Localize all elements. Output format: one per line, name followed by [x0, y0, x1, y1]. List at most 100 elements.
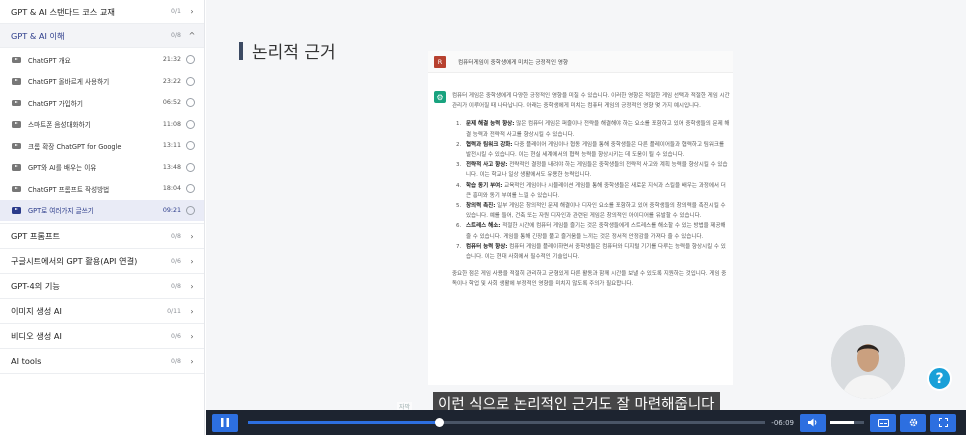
completion-circle-icon: [186, 76, 195, 86]
lesson-item[interactable]: GPT와 AI를 배우는 이유 13:48: [0, 157, 204, 179]
section-gpt4-features[interactable]: GPT-4의 기능 0/8 ›: [0, 274, 204, 299]
progress-bar[interactable]: [248, 418, 766, 427]
section-video-ai[interactable]: 비디오 생성 AI 0/6 ›: [0, 324, 204, 349]
point-number: 5.: [456, 203, 462, 210]
chevron-right-icon: ›: [190, 231, 194, 241]
completion-circle-icon: [186, 119, 195, 129]
point-number: 4.: [456, 182, 462, 189]
answer-point: 3. 전략적 사고 향상: 전략적인 결정을 내려야 하는 게임들은 중학생들의 …: [456, 160, 730, 180]
gpt-answer: ⚙ 컴퓨터 게임은 중학생에게 다양한 긍정적인 영향을 미칠 수 있습니다. …: [434, 91, 730, 298]
completion-circle-icon: [186, 55, 195, 65]
lesson-title: 스마트폰 음성대화하기: [28, 121, 91, 130]
answer-point: 2. 협력과 팀워크 강화: 다중 플레이어 게임이나 협동 게임을 통해 중학생…: [456, 140, 730, 160]
chevron-right-icon: ›: [190, 281, 194, 291]
presenter-avatar: [831, 325, 905, 399]
section-title: GPT 프롬프트: [11, 231, 61, 241]
volume-icon: [808, 418, 817, 427]
answer-body: 컴퓨터 게임은 중학생에게 다양한 긍정적인 영향을 미칠 수 있습니다. 이러…: [452, 91, 730, 290]
section-progress: 0/8: [171, 357, 181, 365]
section-title: AI tools: [11, 356, 42, 366]
lesson-item-current[interactable]: GPT로 여러가지 글쓰기 09:21: [0, 199, 204, 221]
video-icon: [12, 164, 21, 171]
point-text: 일부 게임은 창의적인 문제 해결이나 디자인 요소를 포함하고 있어 중학생들…: [466, 203, 726, 220]
fullscreen-icon: [938, 418, 948, 427]
section-progress: 0/8: [171, 32, 181, 39]
section-progress: 0/6: [171, 257, 181, 265]
section-textbook[interactable]: GPT & AI 스탠다드 코스 교재 0/1 ›: [0, 0, 204, 24]
point-number: 3.: [456, 162, 462, 169]
completion-circle-icon: [186, 184, 195, 194]
lesson-title: ChatGPT 가입하기: [28, 99, 83, 108]
section-ai-tools[interactable]: AI tools 0/8 ›: [0, 349, 204, 374]
chat-screenshot: R 컴퓨터게임이 중학생에게 미치는 긍정적인 영향 ⚙ 컴퓨터 게임은 중학생…: [428, 51, 733, 385]
chevron-up-icon: ^: [188, 31, 196, 40]
section-progress: 0/6: [171, 332, 181, 340]
point-heading: 스트레스 해소:: [466, 223, 501, 230]
lesson-title: 크롬 확장 ChatGPT for Google: [28, 142, 122, 151]
chevron-right-icon: ›: [190, 7, 194, 16]
subtitle-button[interactable]: [870, 413, 896, 432]
lesson-item[interactable]: ChatGPT 개요 21:32: [0, 49, 204, 71]
pause-button[interactable]: [212, 413, 238, 432]
volume-slider[interactable]: [830, 421, 864, 424]
answer-outro: 중요한 점은 게임 사용을 적절히 관리하고 균형있게 다른 활동과 함께 시간…: [452, 271, 727, 288]
video-icon: [12, 207, 21, 214]
volume-button[interactable]: [800, 413, 826, 432]
point-text: 적절한 시간에 컴퓨터 게임을 즐기는 것은 중학생들에게 스트레스를 해소할 …: [466, 223, 726, 240]
section-progress: 0/1: [171, 8, 181, 15]
course-sidebar: GPT & AI 스탠다드 코스 교재 0/1 › GPT & AI 이해 0/…: [0, 0, 205, 435]
section-image-ai[interactable]: 이미지 생성 AI 0/11 ›: [0, 299, 204, 324]
lesson-item[interactable]: ChatGPT 프롬프트 작성방법 18:04: [0, 178, 204, 200]
lesson-item[interactable]: ChatGPT 올바르게 사용하기 23:22: [0, 71, 204, 93]
lesson-duration: 23:22: [162, 77, 181, 85]
user-avatar: R: [434, 55, 446, 68]
volume-fill: [830, 421, 854, 424]
video-icon: [12, 56, 21, 63]
point-number: 6.: [456, 223, 462, 230]
progress-fill: [248, 421, 440, 424]
answer-point: 4. 학습 동기 부여: 교육적인 게임이나 시뮬레이션 게임을 통해 중학생들은…: [456, 181, 730, 201]
section-title: GPT-4의 기능: [11, 281, 60, 291]
gear-icon: [909, 418, 917, 427]
point-heading: 전략적 사고 향상:: [466, 162, 508, 169]
time-remaining: -06:09: [771, 418, 794, 427]
video-icon: [12, 99, 21, 106]
section-progress: 0/11: [167, 307, 181, 315]
section-progress: 0/8: [171, 282, 181, 290]
settings-button[interactable]: [900, 413, 926, 432]
presenter-video: [831, 325, 905, 399]
player-controls: -06:09: [206, 410, 966, 435]
answer-point: 5. 창의력 촉진: 일부 게임은 창의적인 문제 해결이나 디자인 요소를 포함…: [456, 201, 730, 221]
progress-knob[interactable]: [435, 418, 445, 427]
answer-points: 1. 문제 해결 능력 향상: 많은 컴퓨터 게임은 퍼즐이나 전략을 해결해야 …: [452, 119, 730, 262]
video-icon: [12, 142, 21, 149]
video-player[interactable]: 논리적 근거 R 컴퓨터게임이 중학생에게 미치는 긍정적인 영향 ⚙ 컴퓨터 …: [206, 0, 966, 435]
title-accent-bar: [239, 41, 243, 60]
section-title: GPT & AI 스탠다드 코스 교재: [11, 6, 115, 17]
lesson-title: GPT로 여러가지 글쓰기: [28, 207, 94, 216]
completion-circle-icon: [186, 141, 195, 151]
point-number: 2.: [456, 141, 462, 148]
section-gpt-ai-basics[interactable]: GPT & AI 이해 0/8 ^: [0, 24, 204, 48]
fullscreen-button[interactable]: [930, 413, 956, 432]
completion-circle-icon: [186, 162, 195, 172]
user-prompt-text: 컴퓨터게임이 중학생에게 미치는 긍정적인 영향: [458, 59, 569, 66]
answer-intro: 컴퓨터 게임은 중학생에게 다양한 긍정적인 영향을 미칠 수 있습니다. 이러…: [452, 93, 730, 110]
section-gpt-prompt[interactable]: GPT 프롬프트 0/8 ›: [0, 224, 204, 249]
subtitles-icon: [877, 418, 889, 427]
lesson-item[interactable]: 크롬 확장 ChatGPT for Google 13:11: [0, 135, 204, 157]
section-title: 비디오 생성 AI: [11, 331, 62, 341]
lesson-title: ChatGPT 개요: [28, 56, 71, 65]
lesson-item[interactable]: ChatGPT 가입하기 06:52: [0, 92, 204, 114]
lesson-duration: 21:32: [162, 56, 181, 64]
video-icon: [12, 185, 21, 192]
point-heading: 컴퓨터 능력 향상:: [466, 243, 508, 250]
answer-point: 1. 문제 해결 능력 향상: 많은 컴퓨터 게임은 퍼즐이나 전략을 해결해야 …: [456, 119, 730, 139]
section-google-sheets-gpt[interactable]: 구글시트에서의 GPT 활용(API 연결) 0/6 ›: [0, 249, 204, 274]
point-text: 교육적인 게임이나 시뮬레이션 게임을 통해 중학생들은 새로운 지식과 스킬을…: [466, 182, 726, 199]
video-icon: [12, 121, 21, 128]
lesson-item[interactable]: 스마트폰 음성대화하기 11:08: [0, 114, 204, 136]
user-prompt-row: R 컴퓨터게임이 중학생에게 미치는 긍정적인 영향: [428, 51, 733, 73]
lesson-duration: 11:08: [162, 120, 181, 128]
help-button[interactable]: ?: [927, 366, 952, 391]
